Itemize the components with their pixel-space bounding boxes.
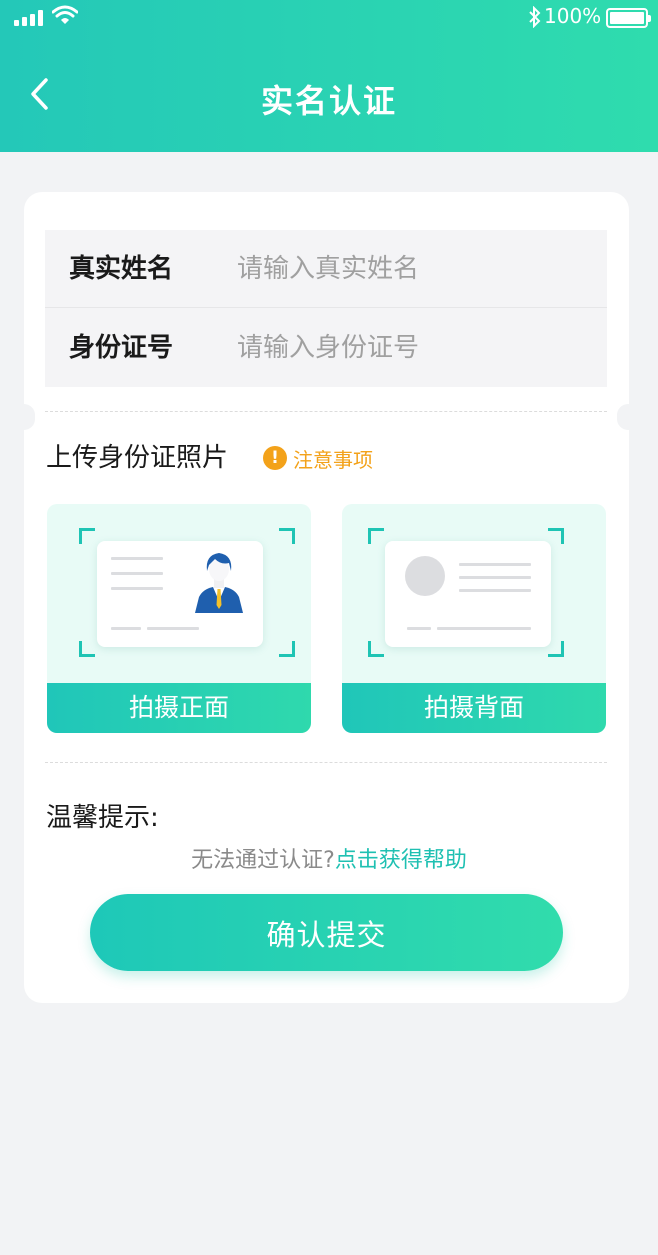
help-question: 无法通过认证?	[191, 848, 335, 873]
id-card-front-illustration	[97, 541, 263, 647]
wifi-icon	[52, 5, 78, 24]
notice-label: 注意事项	[293, 447, 373, 472]
status-bar: 100%	[0, 0, 658, 36]
capture-front-button[interactable]: 拍摄正面	[47, 683, 311, 733]
divider	[45, 762, 607, 763]
frame-corner	[548, 528, 564, 544]
id-number-input[interactable]	[237, 328, 577, 368]
submit-button[interactable]: 确认提交	[90, 894, 563, 971]
emblem-placeholder-icon	[405, 556, 445, 596]
help-line: 无法通过认证?点击获得帮助	[0, 845, 658, 877]
name-input[interactable]	[237, 248, 577, 289]
app-header: 100% 实名认证	[0, 0, 658, 152]
card-notch-left	[13, 404, 35, 430]
name-row: 真实姓名	[45, 230, 607, 308]
name-label: 真实姓名	[69, 253, 174, 284]
id-number-label: 身份证号	[69, 333, 174, 363]
divider	[45, 411, 607, 412]
notice-link[interactable]: ! 注意事项	[263, 445, 373, 472]
tips-title: 温馨提示:	[46, 803, 159, 833]
page-title: 实名认证	[260, 82, 397, 120]
frame-corner	[79, 641, 95, 657]
capture-front-card[interactable]: 拍摄正面	[47, 504, 311, 733]
frame-corner	[368, 641, 384, 657]
capture-back-card[interactable]: 拍摄背面	[342, 504, 606, 733]
upload-title: 上传身份证照片	[46, 443, 229, 473]
frame-corner	[368, 528, 384, 544]
frame-corner	[79, 528, 95, 544]
battery-icon	[606, 8, 651, 28]
id-card-back-illustration	[385, 541, 551, 647]
capture-back-button[interactable]: 拍摄背面	[342, 683, 606, 733]
battery-percentage: 100%	[544, 4, 602, 28]
person-avatar-icon	[195, 553, 243, 613]
cellular-signal-icon	[14, 10, 46, 26]
bluetooth-icon	[529, 6, 541, 28]
frame-corner	[279, 528, 295, 544]
frame-corner	[279, 641, 295, 657]
card-notch-right	[617, 404, 639, 430]
id-number-row: 身份证号	[45, 309, 607, 387]
frame-corner	[548, 641, 564, 657]
warning-icon: !	[263, 446, 287, 470]
identity-form: 真实姓名 身份证号	[45, 230, 607, 387]
help-link[interactable]: 点击获得帮助	[335, 848, 467, 873]
